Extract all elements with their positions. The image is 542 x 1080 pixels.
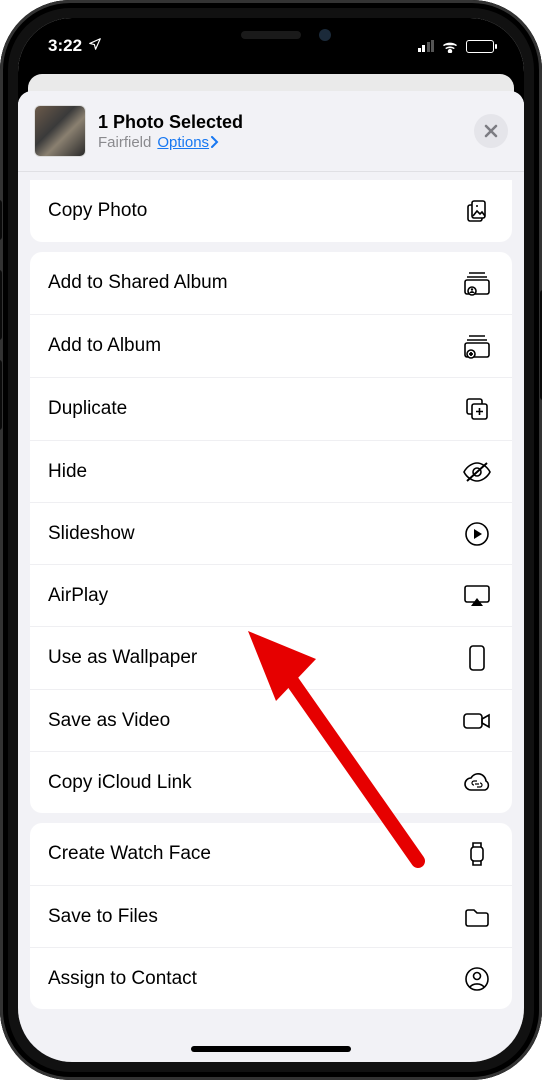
status-time: 3:22 (48, 36, 82, 56)
action-group-0: Copy Photo (30, 180, 512, 242)
volume-down-button (0, 360, 2, 430)
share-sheet-backdrop: 1 Photo Selected Fairfield Options (18, 66, 524, 1062)
action-save-to-files[interactable]: Save to Files (30, 885, 512, 947)
action-label: AirPlay (48, 585, 108, 607)
close-icon (484, 124, 498, 138)
action-create-watch-face[interactable]: Create Watch Face (30, 823, 512, 885)
home-indicator[interactable] (191, 1046, 351, 1052)
folder-icon (460, 906, 494, 928)
share-sheet-header: 1 Photo Selected Fairfield Options (18, 91, 524, 172)
video-icon (460, 710, 494, 732)
action-label: Hide (48, 461, 87, 483)
mute-switch (0, 200, 2, 240)
close-button[interactable] (474, 114, 508, 148)
hide-icon (460, 460, 494, 484)
action-label: Save to Files (48, 906, 158, 928)
actions-scroll[interactable]: Copy Photo Add to Shared Album (18, 172, 524, 1062)
airplay-icon (460, 584, 494, 608)
device-frame: 3:22 1 Photo Selected (0, 0, 542, 1080)
action-copy-photo[interactable]: Copy Photo (30, 180, 512, 242)
action-label: Copy iCloud Link (48, 772, 192, 794)
action-group-2: Create Watch Face Save to Files (30, 823, 512, 1009)
speaker-grille (241, 31, 301, 39)
action-hide[interactable]: Hide (30, 440, 512, 502)
action-label: Slideshow (48, 523, 135, 545)
action-add-to-shared-album[interactable]: Add to Shared Album (30, 252, 512, 314)
share-sheet: 1 Photo Selected Fairfield Options (18, 91, 524, 1062)
phone-rect-icon (460, 644, 494, 672)
chevron-right-icon (209, 136, 219, 148)
action-save-as-video[interactable]: Save as Video (30, 689, 512, 751)
photo-thumbnail[interactable] (34, 105, 86, 157)
action-slideshow[interactable]: Slideshow (30, 502, 512, 564)
action-add-to-album[interactable]: Add to Album (30, 314, 512, 377)
copy-photo-icon (460, 197, 494, 225)
action-label: Use as Wallpaper (48, 647, 197, 669)
action-airplay[interactable]: AirPlay (30, 564, 512, 626)
options-link-label: Options (157, 134, 209, 151)
location-subtitle: Fairfield (98, 134, 151, 151)
cloud-link-icon (460, 772, 494, 794)
action-assign-to-contact[interactable]: Assign to Contact (30, 947, 512, 1009)
selection-title: 1 Photo Selected (98, 112, 474, 133)
notch (156, 18, 386, 52)
screen: 3:22 1 Photo Selected (18, 18, 524, 1062)
action-label: Add to Shared Album (48, 272, 228, 294)
contact-icon (460, 966, 494, 992)
location-arrow-icon (88, 36, 102, 56)
action-label: Duplicate (48, 398, 127, 420)
action-label: Add to Album (48, 335, 161, 357)
options-link[interactable]: Options (157, 134, 219, 151)
battery-icon (466, 40, 494, 53)
action-use-as-wallpaper[interactable]: Use as Wallpaper (30, 626, 512, 689)
action-label: Save as Video (48, 710, 170, 732)
volume-up-button (0, 270, 2, 340)
action-group-1: Add to Shared Album Add to Album (30, 252, 512, 813)
play-circle-icon (460, 521, 494, 547)
shared-album-icon (460, 269, 494, 297)
action-label: Assign to Contact (48, 968, 197, 990)
watch-icon (460, 840, 494, 868)
action-copy-icloud-link[interactable]: Copy iCloud Link (30, 751, 512, 813)
action-duplicate[interactable]: Duplicate (30, 377, 512, 440)
front-camera (319, 29, 331, 41)
add-album-icon (460, 332, 494, 360)
duplicate-icon (460, 395, 494, 423)
action-label: Create Watch Face (48, 843, 211, 865)
wifi-icon (441, 39, 459, 53)
action-label: Copy Photo (48, 200, 147, 222)
cell-signal-icon (418, 40, 435, 52)
